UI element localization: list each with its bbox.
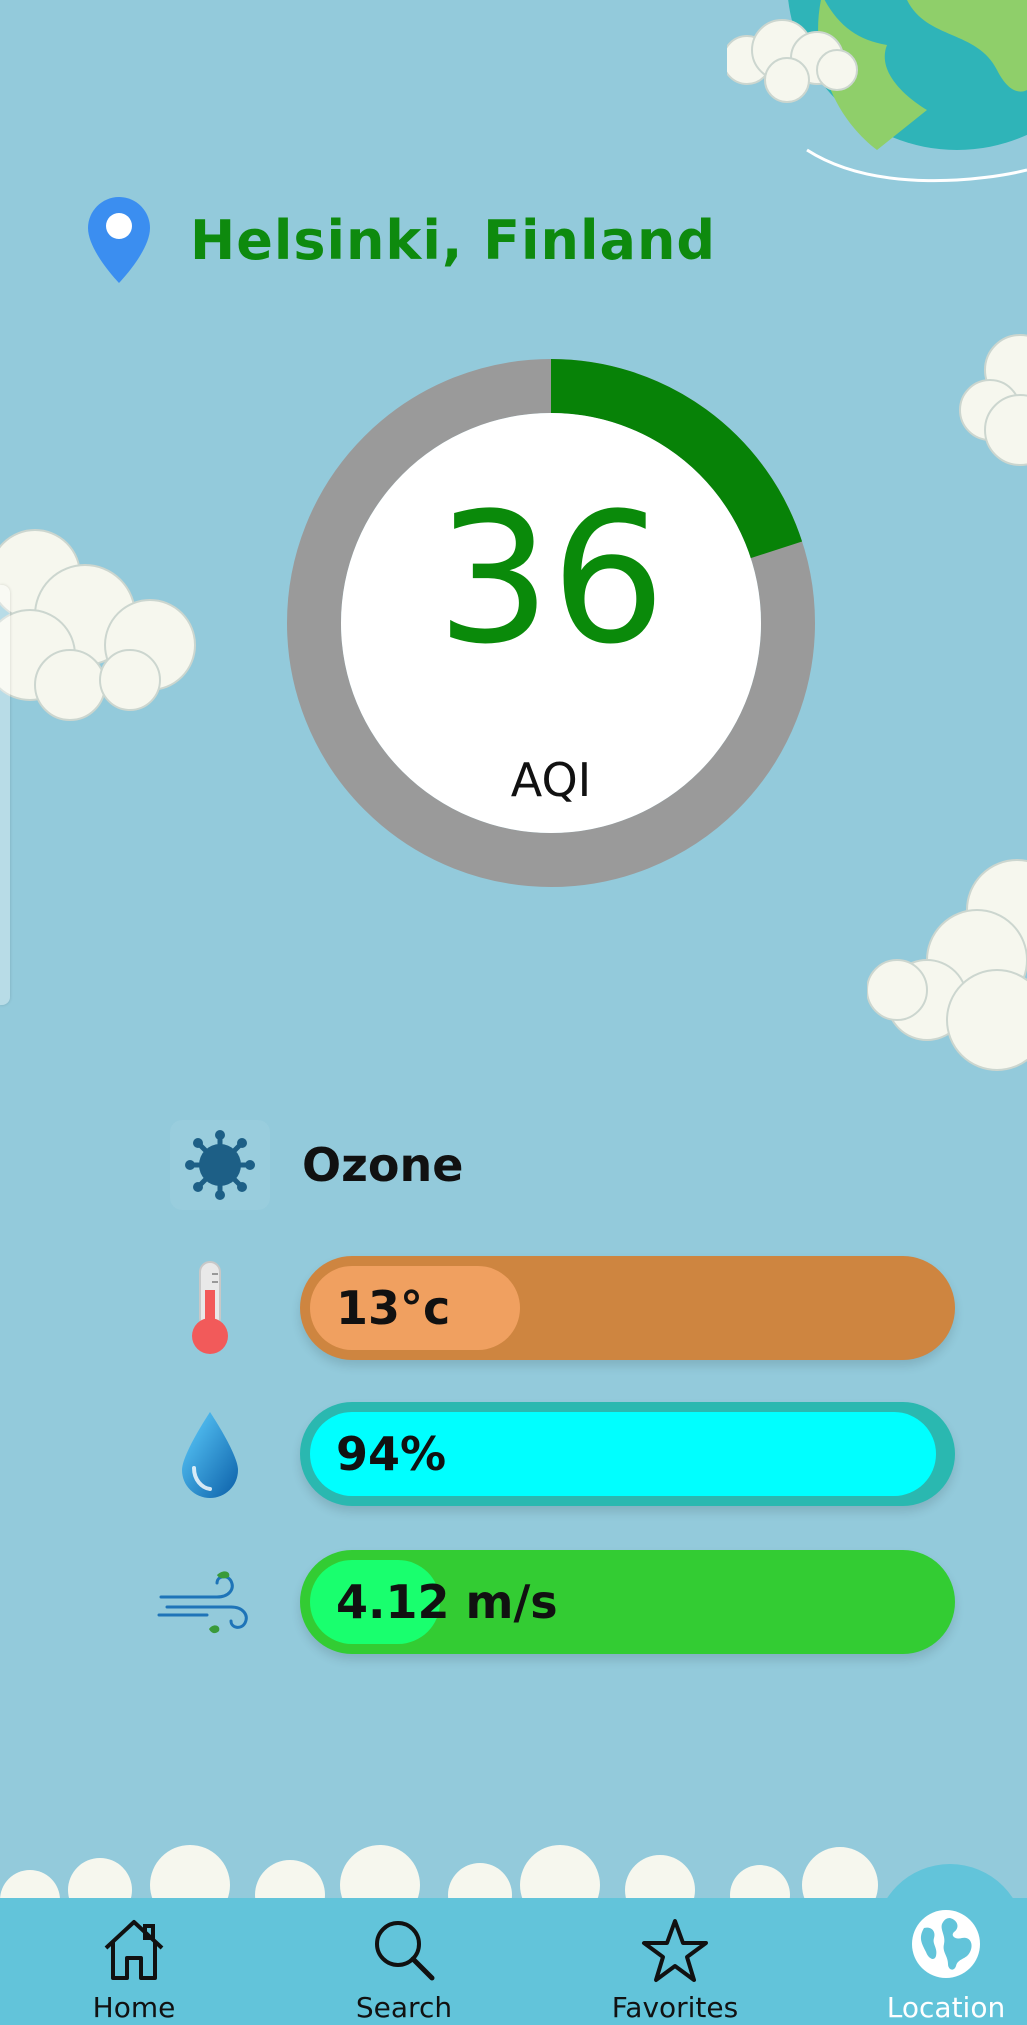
nav-item-location[interactable]: Location xyxy=(846,1898,1027,2025)
bottom-navigation: Home Search Favorites Location xyxy=(0,1898,1027,2025)
star-icon xyxy=(642,1919,708,1982)
nav-label-favorites: Favorites xyxy=(611,1991,739,2024)
nav-label-home: Home xyxy=(92,1991,176,2024)
pollutant-name: Ozone xyxy=(302,1138,464,1192)
temperature-bar: 13°c xyxy=(300,1256,955,1360)
globe-decoration xyxy=(727,0,1027,183)
humidity-bar: 94% xyxy=(300,1402,955,1506)
side-drawer-handle[interactable] xyxy=(0,585,10,1005)
thermometer-icon xyxy=(192,1261,228,1354)
virus-icon xyxy=(185,1130,255,1200)
nav-item-home[interactable]: Home xyxy=(34,1898,234,2025)
wind-bar: 4.12 m/s xyxy=(300,1550,955,1654)
nav-label-location: Location xyxy=(886,1991,1006,2024)
search-icon xyxy=(375,1921,435,1981)
water-drop-icon-wrap xyxy=(160,1405,260,1505)
aqi-value: 36 xyxy=(436,475,666,684)
water-drop-icon xyxy=(182,1412,238,1498)
wind-icon xyxy=(157,1571,248,1634)
cloud-decoration xyxy=(0,529,196,721)
temperature-value: 13°c xyxy=(336,1281,451,1335)
map-pin-icon xyxy=(88,197,150,283)
location-name: Helsinki, Finland xyxy=(190,208,717,272)
pollutant-row: Ozone xyxy=(170,1120,463,1210)
globe-icon xyxy=(912,1910,980,1978)
nav-label-search: Search xyxy=(355,1991,453,2024)
location-header: Helsinki, Finland xyxy=(88,195,716,285)
thermometer-icon-wrap xyxy=(160,1258,260,1358)
nav-item-favorites[interactable]: Favorites xyxy=(575,1898,775,2025)
nav-item-search[interactable]: Search xyxy=(304,1898,504,2025)
wind-icon-wrap xyxy=(155,1552,255,1652)
aqi-label: AQI xyxy=(510,753,592,807)
cloud-decoration xyxy=(959,334,1027,466)
cloud-decoration xyxy=(867,859,1027,1071)
home-icon xyxy=(104,1920,164,1980)
humidity-value: 94% xyxy=(336,1427,447,1481)
pollutant-icon-container xyxy=(170,1120,270,1210)
wind-value: 4.12 m/s xyxy=(336,1575,558,1629)
